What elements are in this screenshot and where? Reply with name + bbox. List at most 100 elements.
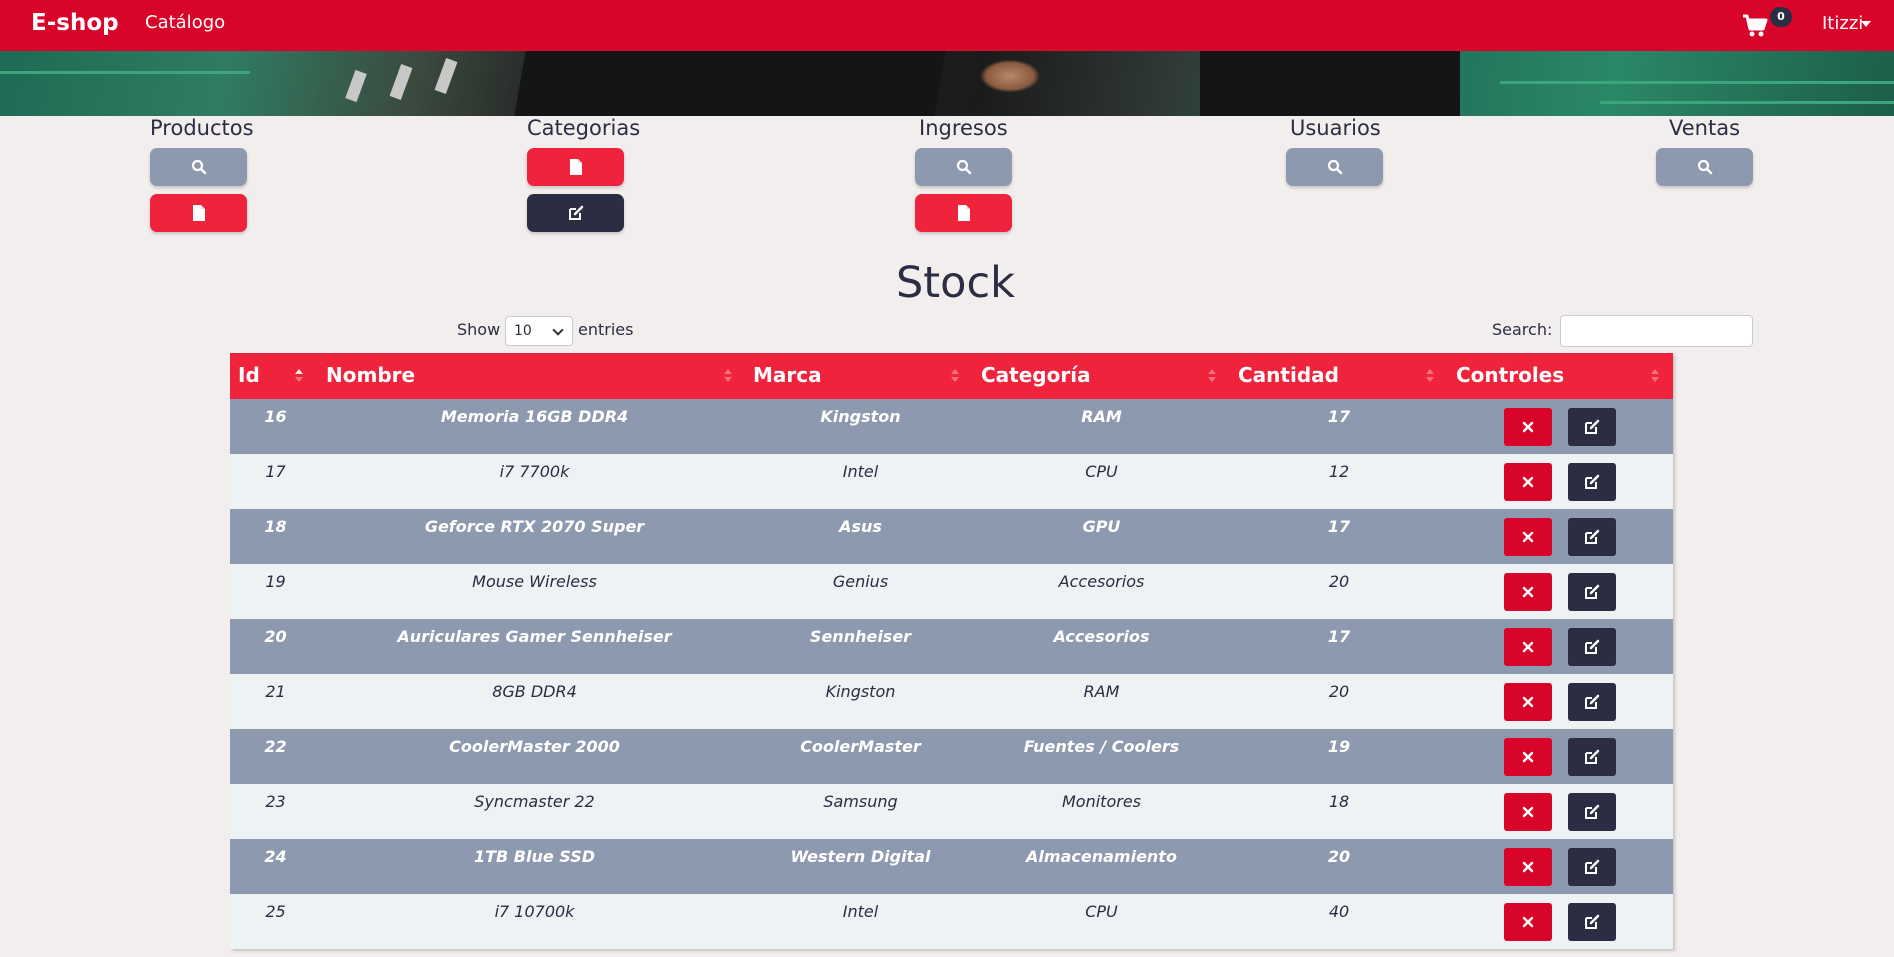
table-row: 22 CoolerMaster 2000 CoolerMaster Fuente… xyxy=(230,729,1673,784)
cell-cantidad: 19 xyxy=(1327,737,1351,756)
close-icon xyxy=(1522,806,1534,818)
cell-marca: Genius xyxy=(832,572,889,591)
section-title-ventas: Ventas xyxy=(1669,116,1741,140)
column-header-nombre[interactable]: Nombre xyxy=(326,363,415,387)
user-menu[interactable]: Itizzi xyxy=(1822,13,1863,34)
edit-icon xyxy=(1585,804,1600,819)
close-icon xyxy=(1522,531,1534,543)
edit-button[interactable] xyxy=(1568,738,1616,776)
cell-id: 20 xyxy=(264,627,287,646)
table-row: 16 Memoria 16GB DDR4 Kingston RAM 17 xyxy=(230,399,1673,454)
edit-button[interactable] xyxy=(1568,573,1616,611)
chevron-down-icon xyxy=(552,324,564,336)
cell-id: 16 xyxy=(264,407,287,426)
edit-icon xyxy=(1585,419,1600,434)
search-icon xyxy=(956,159,971,175)
sort-icon[interactable] xyxy=(1426,369,1434,383)
productos-search-button[interactable] xyxy=(150,148,247,186)
column-header-controles[interactable]: Controles xyxy=(1456,363,1564,387)
edit-icon xyxy=(1585,529,1600,544)
delete-button[interactable] xyxy=(1504,793,1552,831)
edit-button[interactable] xyxy=(1568,518,1616,556)
close-icon xyxy=(1522,861,1534,873)
delete-button[interactable] xyxy=(1504,408,1552,446)
delete-button[interactable] xyxy=(1504,628,1552,666)
close-icon xyxy=(1522,586,1534,598)
cell-cantidad: 17 xyxy=(1327,407,1351,426)
edit-button[interactable] xyxy=(1568,628,1616,666)
categorias-new-button[interactable] xyxy=(527,148,624,186)
file-icon xyxy=(957,205,970,221)
cell-cantidad: 20 xyxy=(1328,682,1350,701)
delete-button[interactable] xyxy=(1504,463,1552,501)
column-header-marca[interactable]: Marca xyxy=(753,363,822,387)
cell-id: 24 xyxy=(264,847,287,866)
chevron-down-icon[interactable] xyxy=(1861,21,1871,27)
cart-icon[interactable] xyxy=(1742,13,1768,39)
close-icon xyxy=(1522,916,1534,928)
nav-link-catalogo[interactable]: Catálogo xyxy=(145,12,225,33)
cell-marca: Intel xyxy=(842,902,879,921)
delete-button[interactable] xyxy=(1504,903,1552,941)
delete-button[interactable] xyxy=(1504,683,1552,721)
sort-icon[interactable] xyxy=(724,369,732,383)
categorias-edit-button[interactable] xyxy=(527,194,624,232)
entries-select[interactable]: 10 xyxy=(505,316,573,346)
column-header-id[interactable]: Id xyxy=(238,363,260,387)
cell-cantidad: 17 xyxy=(1327,627,1351,646)
section-title-productos: Productos xyxy=(150,116,254,140)
table-row: 24 1TB Blue SSD Western Digital Almacena… xyxy=(230,839,1673,894)
ventas-search-button[interactable] xyxy=(1656,148,1753,186)
file-icon xyxy=(569,159,582,175)
cell-nombre: CoolerMaster 2000 xyxy=(449,737,620,756)
delete-button[interactable] xyxy=(1504,518,1552,556)
ingresos-new-button[interactable] xyxy=(915,194,1012,232)
section-title-ingresos: Ingresos xyxy=(919,116,1008,140)
edit-button[interactable] xyxy=(1568,848,1616,886)
delete-button[interactable] xyxy=(1504,738,1552,776)
sort-icon[interactable] xyxy=(951,369,959,383)
cell-categoria: CPU xyxy=(1085,902,1118,921)
delete-button[interactable] xyxy=(1504,848,1552,886)
page-title: Stock xyxy=(896,258,1016,308)
edit-icon xyxy=(1585,749,1600,764)
cell-marca: Samsung xyxy=(823,792,898,811)
section-title-categorias: Categorias xyxy=(527,116,641,140)
sort-asc-icon[interactable] xyxy=(295,369,303,383)
cell-categoria: Almacenamiento xyxy=(1026,847,1177,866)
table-row: 23 Syncmaster 22 Samsung Monitores 18 xyxy=(230,784,1673,839)
ingresos-search-button[interactable] xyxy=(915,148,1012,186)
edit-button[interactable] xyxy=(1568,903,1616,941)
edit-icon xyxy=(1585,914,1600,929)
cell-categoria: Monitores xyxy=(1062,792,1141,811)
cell-id: 18 xyxy=(264,517,287,536)
cell-nombre: Memoria 16GB DDR4 xyxy=(440,407,629,426)
delete-button[interactable] xyxy=(1504,573,1552,611)
edit-icon xyxy=(1585,474,1600,489)
search-input[interactable] xyxy=(1560,315,1753,347)
cell-id: 19 xyxy=(265,572,286,591)
edit-button[interactable] xyxy=(1568,463,1616,501)
usuarios-search-button[interactable] xyxy=(1286,148,1383,186)
edit-button[interactable] xyxy=(1568,408,1616,446)
edit-icon xyxy=(1585,639,1600,654)
sort-icon[interactable] xyxy=(1651,369,1659,383)
sort-icon[interactable] xyxy=(1208,369,1216,383)
cell-categoria: RAM xyxy=(1083,682,1120,701)
productos-new-button[interactable] xyxy=(150,194,247,232)
edit-button[interactable] xyxy=(1568,793,1616,831)
cell-id: 25 xyxy=(265,902,286,921)
cell-marca: Western Digital xyxy=(790,847,931,866)
cell-nombre: i7 7700k xyxy=(499,462,570,481)
cell-marca: Kingston xyxy=(825,682,896,701)
cell-cantidad: 20 xyxy=(1328,572,1350,591)
cart-count-badge: 0 xyxy=(1770,7,1792,27)
edit-button[interactable] xyxy=(1568,683,1616,721)
brand-logo[interactable]: E-shop xyxy=(31,10,119,36)
column-header-categoria[interactable]: Categoría xyxy=(981,363,1091,387)
cell-id: 17 xyxy=(265,462,286,481)
cell-categoria: CPU xyxy=(1085,462,1118,481)
cell-marca: Kingston xyxy=(820,407,901,426)
cell-nombre: i7 10700k xyxy=(494,902,575,921)
column-header-cantidad[interactable]: Cantidad xyxy=(1238,363,1339,387)
